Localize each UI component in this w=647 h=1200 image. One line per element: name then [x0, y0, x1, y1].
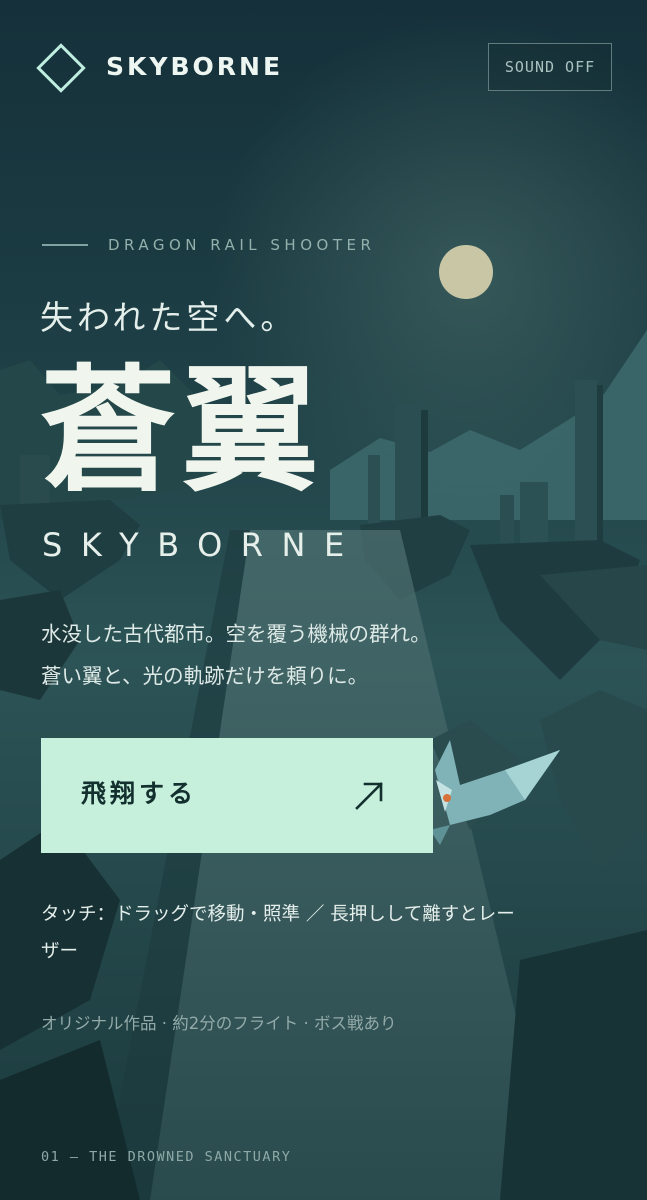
- title-english: SKYBORNE: [42, 526, 363, 564]
- tagline-rule: [42, 244, 88, 246]
- description-line: 蒼い翼と、光の軌跡だけを頼りに。: [41, 664, 369, 688]
- subtitle: 失われた空へ。: [40, 298, 298, 337]
- brand-title: SKYBORNE: [106, 52, 284, 81]
- fly-button-label: 飛翔する: [81, 779, 198, 808]
- title-japanese: 蒼翼: [40, 353, 324, 511]
- fly-button[interactable]: 飛翔する: [41, 738, 433, 853]
- arrow-up-right-icon: [355, 782, 383, 810]
- controls-instructions: タッチ：ドラッグで移動・照準 ／ 長押しして離すとレーザー: [41, 904, 515, 962]
- diamond-logo-icon[interactable]: [34, 41, 88, 95]
- tagline: DRAGON RAIL SHOOTER: [108, 236, 376, 254]
- description-line: 水没した古代都市。空を覆う機械の群れ。: [41, 622, 431, 646]
- description: 水没した古代都市。空を覆う機械の群れ。 蒼い翼と、光の軌跡だけを頼りに。: [41, 613, 431, 697]
- credits-info: オリジナル作品 · 約2分のフライト · ボス戦あり: [41, 1014, 397, 1033]
- chapter-label: 01 — THE DROWNED SANCTUARY: [41, 1149, 292, 1165]
- moon: [439, 245, 493, 299]
- sound-toggle-button[interactable]: SOUND OFF: [488, 43, 612, 91]
